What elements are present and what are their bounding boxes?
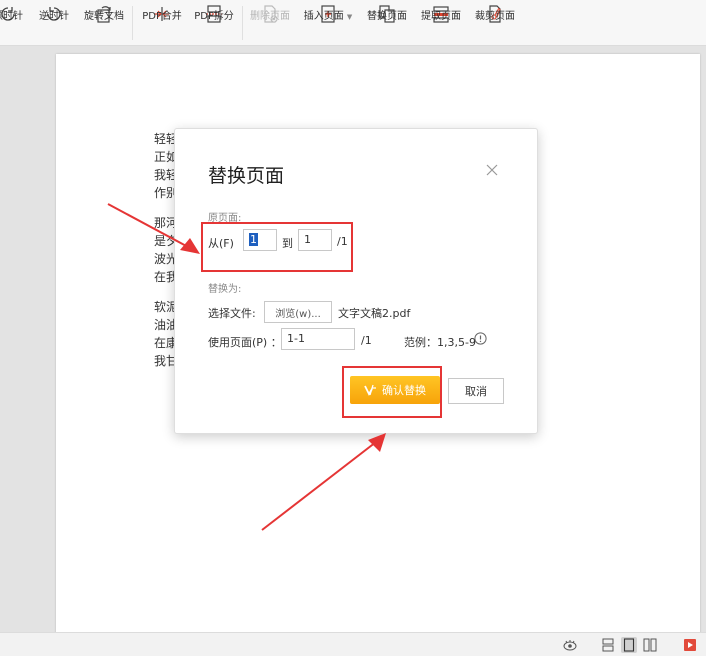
browse-button[interactable]: 浏览(w)... [264, 301, 332, 323]
pdf-split-button[interactable]: PDF拆分 [192, 3, 236, 45]
toolbar-separator [242, 6, 243, 40]
extract-page-label: 提取页面 [421, 11, 461, 22]
single-page-view-icon[interactable] [621, 637, 637, 653]
eye-protection-icon[interactable] [562, 637, 578, 653]
rotate-clockwise-label: 顺时针 [0, 11, 23, 22]
pdf-split-label: PDF拆分 [194, 11, 234, 22]
replace-page-label: 替换页面 [367, 11, 407, 22]
replace-page-button[interactable]: 替换页面 [365, 3, 409, 45]
close-icon[interactable] [485, 163, 499, 177]
rotate-document-label: 旋转文档 [84, 11, 124, 22]
info-icon[interactable] [474, 332, 487, 345]
continuous-view-icon[interactable] [600, 637, 616, 653]
pdf-merge-label: PDF合并 [142, 11, 182, 22]
toolbar: 顺时针 逆时针 旋转文档 PDF合并 PDF拆分 删除页面 插入 [0, 0, 706, 46]
pdf-merge-button[interactable]: PDF合并 [140, 3, 184, 45]
insert-page-button[interactable]: 插入页面 ▼ [302, 3, 354, 45]
insert-page-label: 插入页面 ▼ [304, 7, 353, 22]
insert-page-text: 插入页面 [303, 11, 344, 22]
delete-page-label: 删除页面 [250, 11, 290, 22]
dialog-title: 替换页面 [208, 165, 285, 187]
replace-with-section-label: 替换为: [208, 284, 242, 295]
toolbar-separator [132, 6, 133, 40]
crop-page-button[interactable]: 裁剪页面 [473, 3, 517, 45]
chevron-down-icon: ▼ [346, 13, 353, 21]
choose-file-label: 选择文件: [208, 307, 256, 320]
selected-file-name: 文字文稿2.pdf [338, 307, 411, 320]
rotate-document-button[interactable]: 旋转文档 [82, 3, 126, 45]
page-range-example: 范例：1,3,5-9 [404, 336, 476, 349]
delete-page-button[interactable]: 删除页面 [248, 3, 292, 45]
use-pages-total: /1 [361, 334, 372, 347]
crop-page-label: 裁剪页面 [475, 11, 515, 22]
rotate-counterclockwise-label: 逆时针 [39, 11, 69, 22]
rotate-clockwise-button[interactable]: 顺时针 [0, 3, 28, 45]
highlight-box-confirm [342, 366, 442, 418]
status-bar [0, 632, 706, 656]
use-pages-input[interactable]: 1-1 [281, 328, 355, 350]
two-page-view-icon[interactable] [642, 637, 658, 653]
highlight-box-page-range [201, 222, 353, 272]
cancel-button[interactable]: 取消 [448, 378, 504, 404]
play-icon[interactable] [682, 637, 698, 653]
extract-page-button[interactable]: 提取页面 [419, 3, 463, 45]
rotate-counterclockwise-button[interactable]: 逆时针 [36, 3, 72, 45]
use-pages-label: 使用页面(P) ： [208, 336, 282, 349]
